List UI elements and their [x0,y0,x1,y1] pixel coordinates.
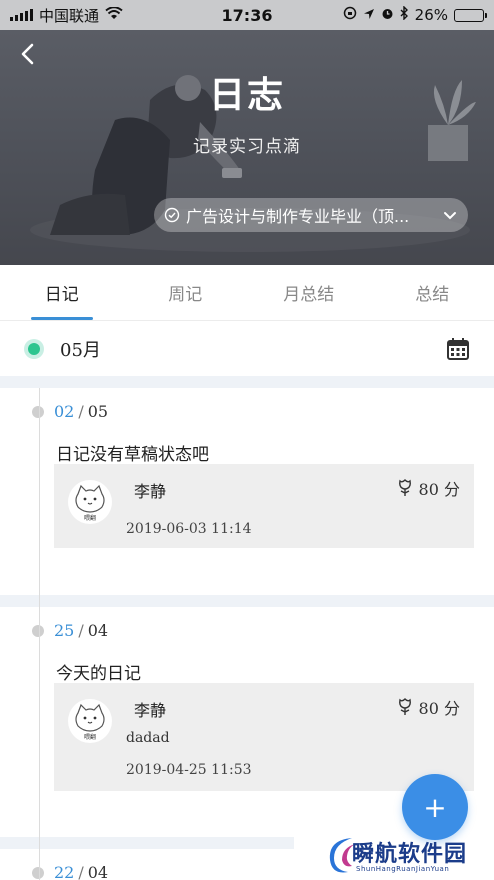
calendar-button[interactable] [446,337,470,361]
author-name: 李静 [134,701,167,720]
section-divider [0,837,294,849]
timeline-line [39,388,40,880]
add-entry-button[interactable]: + [402,774,468,840]
chevron-left-icon [21,43,34,65]
month-indicator-dot [24,339,44,359]
cat-avatar-icon: 喂翻 [75,703,105,741]
entry-date-separator: / [78,621,84,640]
timeline-dot [32,624,44,637]
plan-select-value: 广告设计与制作专业毕业（顶... [186,207,410,226]
header-hero: 中国联通 17:36 26% 日志 记录实习点滴 广告设计与制作专业毕业（顶..… [0,0,494,265]
entry-score: 80 分 [395,695,460,719]
entry-card[interactable]: 喂翻 李静 80 分 dadad 2019-04-25 11:53 [54,683,474,791]
entry-date: 02 / 05 [32,402,108,421]
avatar-caption: 喂翻 [84,733,96,741]
avatar-caption: 喂翻 [84,514,96,522]
entry-date: 25 / 04 [32,621,108,640]
score-value: 80 分 [418,699,460,718]
entry-title: 今天的日记 [56,664,141,684]
entry-month: 04 [87,863,109,880]
entry-month: 05 [87,402,109,421]
carrier-label: 中国联通 [39,6,100,25]
diary-entry: 22 / 04 [0,849,494,880]
entry-day: 02 [54,402,75,421]
cat-avatar-icon: 喂翻 [75,484,105,522]
timeline-dot [32,405,44,418]
status-bar: 中国联通 17:36 26% [0,0,494,30]
timeline-dot [32,866,44,879]
tab-bar: 日记 周记 月总结 总结 [0,265,494,321]
rotation-lock-icon [343,6,357,24]
entry-content: dadad [126,730,170,746]
page-subtitle: 记录实习点滴 [193,137,301,157]
entry-score: 80 分 [395,476,460,500]
tab-monthly-summary[interactable]: 月总结 [247,265,371,320]
diary-entry: 02 / 05 日记没有草稿状态吧 喂翻 李静 80 分 2019-06-03 … [0,388,494,595]
back-button[interactable] [14,40,42,68]
entry-month: 04 [87,621,109,640]
plus-icon: + [423,790,447,824]
avatar: 喂翻 [68,699,112,743]
entry-title: 日记没有草稿状态吧 [56,445,209,465]
avatar: 喂翻 [68,480,112,524]
battery-icon [454,8,487,22]
flower-icon [398,698,411,715]
wifi-icon [105,6,123,24]
entry-time: 2019-06-03 11:14 [126,521,252,537]
battery-percent: 26% [414,6,448,24]
page-title: 日志 [208,75,285,116]
chevron-down-icon [444,212,456,220]
tab-weekly[interactable]: 周记 [124,265,248,320]
entry-time: 2019-04-25 11:53 [126,762,252,778]
tab-summary[interactable]: 总结 [371,265,494,320]
entry-date: 22 / 04 [32,863,108,880]
flower-icon [398,479,411,496]
section-divider [0,595,494,607]
entry-date-separator: / [78,863,84,880]
check-circle-icon [164,207,180,223]
signal-icon [10,9,33,21]
month-label: 05月 [60,340,101,361]
alarm-icon [381,6,394,24]
entry-date-separator: / [78,402,84,421]
calendar-icon [447,338,469,360]
entry-day: 25 [54,621,75,640]
author-name: 李静 [134,482,167,501]
month-header: 05月 [0,322,494,376]
entry-day: 22 [54,863,75,880]
score-value: 80 分 [418,480,460,499]
bluetooth-icon [400,5,409,24]
entry-card[interactable]: 喂翻 李静 80 分 2019-06-03 11:14 [54,464,474,548]
location-icon [363,6,375,24]
section-divider [0,376,494,388]
tab-diary[interactable]: 日记 [0,265,124,320]
plan-select-dropdown[interactable]: 广告设计与制作专业毕业（顶... [154,198,468,232]
